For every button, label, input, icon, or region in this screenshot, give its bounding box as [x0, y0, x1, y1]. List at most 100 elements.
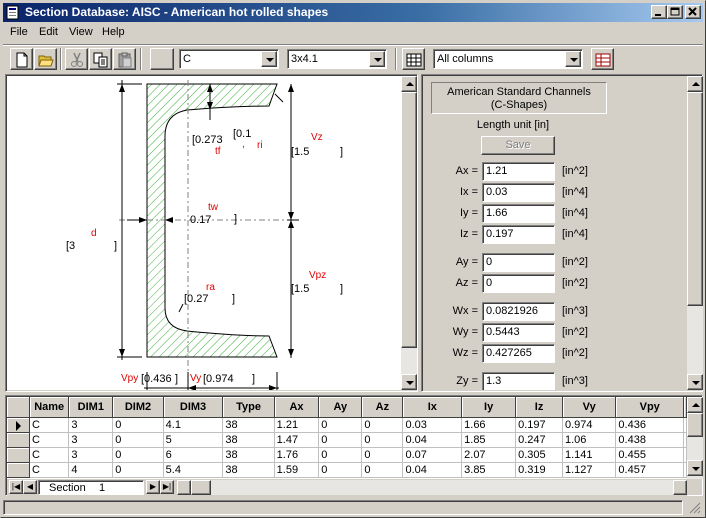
- column-header[interactable]: DIM2: [112, 397, 164, 418]
- table-cell[interactable]: 0.305: [515, 447, 563, 463]
- column-header[interactable]: Name: [29, 397, 70, 418]
- table-cell[interactable]: 3: [68, 417, 114, 433]
- table-cell[interactable]: 0.247: [515, 432, 563, 448]
- columns-select[interactable]: All columns: [433, 49, 583, 69]
- title-bar[interactable]: Section Database: AISC - American hot ro…: [3, 3, 703, 22]
- property-value-field[interactable]: 0: [482, 253, 555, 272]
- table-cell[interactable]: 1.21: [274, 417, 320, 433]
- column-header[interactable]: Ay: [318, 397, 363, 418]
- table-row[interactable]: C 3 0 6 38 1.76 0 0 0.07 2.07 0.305 1.141 0.455: [7, 447, 687, 463]
- scroll-thumb[interactable]: [687, 92, 703, 306]
- chevron-down-icon[interactable]: [261, 51, 277, 67]
- column-header[interactable]: Az: [361, 397, 404, 418]
- column-header[interactable]: Iy: [461, 397, 517, 418]
- table-cell[interactable]: 0: [361, 447, 404, 463]
- table-cell[interactable]: 0: [112, 417, 164, 433]
- table-cell[interactable]: 0.04: [402, 432, 463, 448]
- table-cell[interactable]: 0: [318, 417, 363, 433]
- table-cell[interactable]: 1.76: [274, 447, 320, 463]
- column-header[interactable]: DIM1: [68, 397, 114, 418]
- table-cell[interactable]: 0.974: [562, 417, 617, 433]
- column-header[interactable]: Type: [222, 397, 275, 418]
- column-header[interactable]: Ax: [274, 397, 320, 418]
- table-cell[interactable]: 38: [222, 447, 275, 463]
- column-header[interactable]: Ix: [402, 397, 463, 418]
- blank-button[interactable]: [150, 48, 174, 70]
- row-indicator[interactable]: [7, 447, 30, 463]
- table-cell[interactable]: 38: [222, 417, 275, 433]
- table-cell[interactable]: 3: [68, 447, 114, 463]
- table-cell[interactable]: 6: [163, 447, 224, 463]
- table-cell[interactable]: 0: [318, 447, 363, 463]
- table-cell[interactable]: 1.127: [562, 462, 617, 478]
- shape-select[interactable]: C: [179, 49, 279, 69]
- size-select[interactable]: 3x4.1: [287, 49, 387, 69]
- property-value-field[interactable]: 0.0821926: [482, 302, 555, 321]
- maximize-button[interactable]: [667, 5, 683, 19]
- table-cell[interactable]: 1.66: [461, 417, 517, 433]
- row-indicator[interactable]: [7, 432, 30, 448]
- table-cell[interactable]: 0.457: [615, 462, 684, 478]
- drawing-vertical-scrollbar[interactable]: [401, 76, 417, 390]
- scroll-right-icon[interactable]: [673, 480, 687, 495]
- cut-button[interactable]: [65, 48, 88, 70]
- table-cell[interactable]: 0: [318, 432, 363, 448]
- minimize-button[interactable]: [651, 5, 667, 19]
- table-cell[interactable]: 1.85: [461, 432, 517, 448]
- next-sheet-icon[interactable]: ▶: [146, 480, 160, 494]
- table-cell[interactable]: 3.85: [461, 462, 517, 478]
- property-value-field[interactable]: 0.427265: [482, 344, 555, 363]
- table-cell[interactable]: C: [29, 447, 70, 463]
- column-header[interactable]: Vpy: [615, 397, 684, 418]
- property-value-field[interactable]: 0.5443: [482, 323, 555, 342]
- table-cell[interactable]: 3: [68, 432, 114, 448]
- table-cell[interactable]: 0: [361, 432, 404, 448]
- property-value-field[interactable]: 1.3: [482, 372, 555, 390]
- close-button[interactable]: [685, 5, 701, 19]
- scroll-down-icon[interactable]: [687, 460, 703, 476]
- table-cell[interactable]: 1.141: [562, 447, 617, 463]
- row-indicator[interactable]: [7, 462, 30, 478]
- table-cell[interactable]: 0.319: [515, 462, 563, 478]
- table-row[interactable]: C 4 0 5.4 38 1.59 0 0 0.04 3.85 0.319 1.127 0.457: [7, 462, 687, 478]
- table-cell[interactable]: 0: [112, 447, 164, 463]
- column-header[interactable]: DIM3: [163, 397, 224, 418]
- table-cell[interactable]: 0: [112, 432, 164, 448]
- menu-view[interactable]: View: [69, 26, 93, 38]
- scroll-thumb[interactable]: [401, 92, 417, 348]
- column-settings-button[interactable]: [591, 48, 614, 70]
- properties-vertical-scrollbar[interactable]: [687, 76, 703, 390]
- scroll-up-icon[interactable]: [687, 76, 703, 92]
- table-cell[interactable]: C: [29, 462, 70, 478]
- property-value-field[interactable]: 0.03: [482, 183, 555, 202]
- chevron-down-icon[interactable]: [369, 51, 385, 67]
- property-value-field[interactable]: 1.21: [482, 162, 555, 181]
- table-cell[interactable]: 0.04: [402, 462, 463, 478]
- property-value-field[interactable]: 0: [482, 274, 555, 293]
- scroll-down-icon[interactable]: [687, 374, 703, 390]
- column-header[interactable]: Vy: [562, 397, 617, 418]
- grid-view-button[interactable]: [402, 48, 425, 70]
- save-button[interactable]: Save: [481, 136, 555, 155]
- menu-help[interactable]: Help: [102, 26, 125, 38]
- table-cell[interactable]: 38: [222, 462, 275, 478]
- table-cell[interactable]: 5.4: [163, 462, 224, 478]
- table-cell[interactable]: 0: [112, 462, 164, 478]
- table-cell[interactable]: 0.455: [615, 447, 684, 463]
- table-cell[interactable]: 0.436: [615, 417, 684, 433]
- scroll-left-icon[interactable]: [177, 480, 191, 495]
- chevron-down-icon[interactable]: [565, 51, 581, 67]
- scroll-up-icon[interactable]: [687, 397, 703, 413]
- table-cell[interactable]: 5: [163, 432, 224, 448]
- copy-button[interactable]: [89, 48, 112, 70]
- table-cell[interactable]: 0.03: [402, 417, 463, 433]
- table-cell[interactable]: C: [29, 417, 70, 433]
- menu-edit[interactable]: Edit: [39, 26, 58, 38]
- scroll-thumb[interactable]: [687, 413, 703, 437]
- property-value-field[interactable]: 0.197: [482, 225, 555, 244]
- open-button[interactable]: [34, 48, 57, 70]
- column-header[interactable]: Iz: [515, 397, 563, 418]
- menu-file[interactable]: File: [10, 26, 28, 38]
- paste-button[interactable]: [113, 48, 136, 70]
- table-cell[interactable]: 2.07: [461, 447, 517, 463]
